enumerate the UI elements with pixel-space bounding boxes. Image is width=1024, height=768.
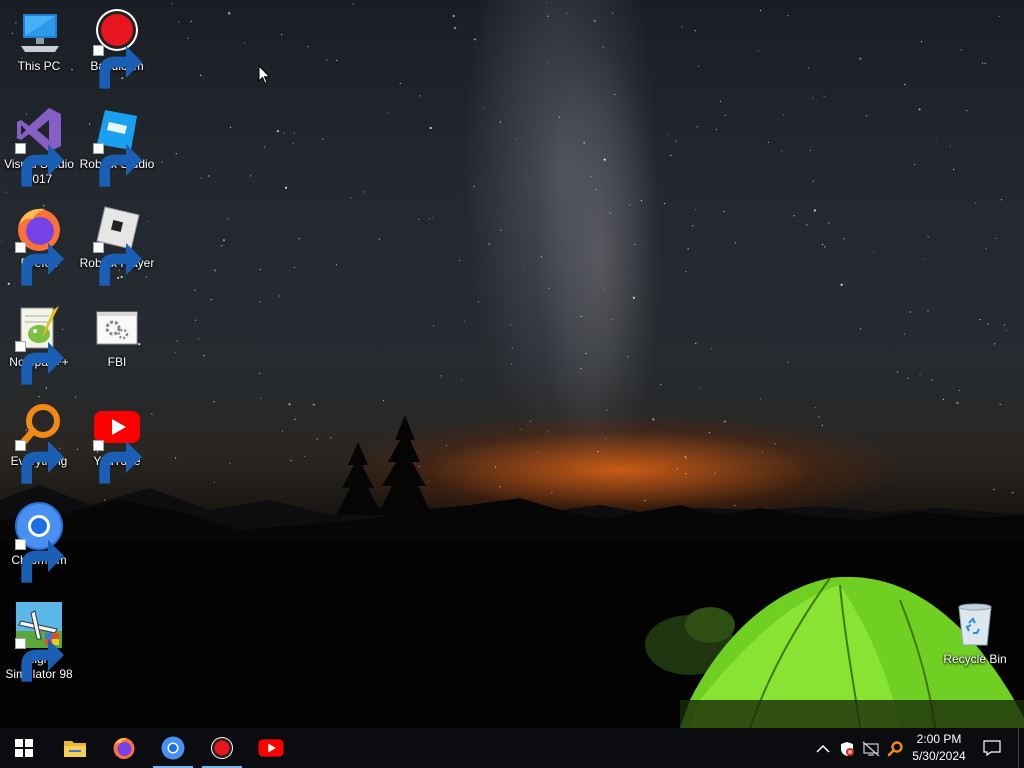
desktop-icon-visual-studio[interactable]: Visual Studio 2017 [1, 106, 77, 187]
shortcut-arrow-icon [93, 45, 142, 89]
start-button[interactable] [0, 728, 48, 768]
bandicam-icon [211, 737, 233, 759]
desktop-icon-roblox-player[interactable]: Roblox Player [79, 205, 155, 286]
desktop-icon-youtube[interactable]: YouTube [79, 403, 155, 484]
desktop-icon-fbi[interactable]: FBI [79, 304, 155, 370]
shortcut-arrow-icon [15, 638, 64, 682]
desktop-icon-bandicam[interactable]: Bandicam [79, 8, 155, 89]
shortcut-arrow-icon [93, 242, 142, 286]
taskbar-firefox[interactable] [100, 728, 148, 768]
chevron-up-icon [816, 744, 830, 753]
roblox-player-icon [93, 205, 142, 286]
youtube-icon [258, 739, 284, 757]
shortcut-arrow-icon [15, 539, 64, 583]
taskbar-bandicam[interactable] [198, 728, 246, 768]
chromium-icon [161, 736, 185, 760]
shortcut-arrow-icon [15, 143, 64, 187]
desktop-icon-recycle-bin[interactable]: Recycle Bin [937, 601, 1013, 667]
notepad-plus-plus-icon [15, 304, 64, 385]
firefox-icon [113, 737, 135, 759]
visual-studio-icon [15, 106, 64, 187]
file-explorer-icon [64, 741, 86, 757]
taskbar-chromium[interactable] [149, 728, 197, 768]
network-disconnected-icon [862, 741, 880, 757]
show-hidden-icons-button[interactable] [814, 740, 832, 758]
windows-start-icon [15, 739, 33, 757]
desktop-icon-label: This PC [17, 59, 61, 73]
desktop-icon-roblox-studio[interactable]: Roblox Studio [79, 106, 155, 187]
taskbar-clock[interactable]: 2:00 PM 5/30/2024 [904, 731, 974, 765]
shortcut-arrow-icon [93, 440, 142, 484]
desktop-icon-firefox[interactable]: Firefox [1, 205, 77, 286]
shortcut-arrow-icon [15, 341, 64, 385]
tray-network[interactable] [862, 740, 880, 758]
action-center-button[interactable] [978, 728, 1006, 768]
taskbar-youtube[interactable] [247, 728, 295, 768]
security-shield-icon [841, 742, 854, 756]
everything-search-icon [15, 403, 64, 484]
mouse-cursor-icon [258, 65, 271, 85]
everything-search-icon [887, 741, 903, 757]
shortcut-arrow-icon [15, 242, 64, 286]
clock-time: 2:00 PM [916, 732, 962, 746]
tray-everything[interactable] [886, 740, 904, 758]
show-desktop-button[interactable] [1018, 728, 1024, 768]
youtube-icon [93, 403, 142, 484]
desktop-icon-this-pc[interactable]: This PC [1, 8, 77, 74]
roblox-studio-icon [93, 106, 142, 187]
recycle-bin-icon [951, 601, 999, 649]
tray-security[interactable] [838, 740, 856, 758]
flight-simulator-icon [15, 601, 64, 682]
desktop-icon-flight-simulator[interactable]: Flight Simulator 98 [1, 601, 77, 682]
taskbar: 2:00 PM 5/30/2024 [0, 728, 1024, 768]
bandicam-icon [93, 8, 142, 89]
desktop-icon-notepad-plus-plus[interactable]: Notepad++ [1, 304, 77, 385]
fbi-app-icon [93, 304, 141, 352]
desktop-icon-label: Recycle Bin [943, 652, 1007, 666]
desktop-icon-everything[interactable]: Everything [1, 403, 77, 484]
firefox-icon [15, 205, 64, 286]
desktop-icon-chromium[interactable]: Chromium [1, 502, 77, 583]
notification-icon [983, 740, 1001, 756]
chromium-icon [15, 502, 64, 583]
clock-date: 5/30/2024 [912, 749, 966, 763]
shortcut-arrow-icon [15, 440, 64, 484]
desktop[interactable]: This PC Bandicam Visual Studio 2017 [0, 0, 1024, 728]
taskbar-file-explorer[interactable] [51, 728, 99, 768]
this-pc-icon [15, 8, 63, 56]
desktop-icon-label: FBI [107, 355, 127, 369]
shortcut-arrow-icon [93, 143, 142, 187]
